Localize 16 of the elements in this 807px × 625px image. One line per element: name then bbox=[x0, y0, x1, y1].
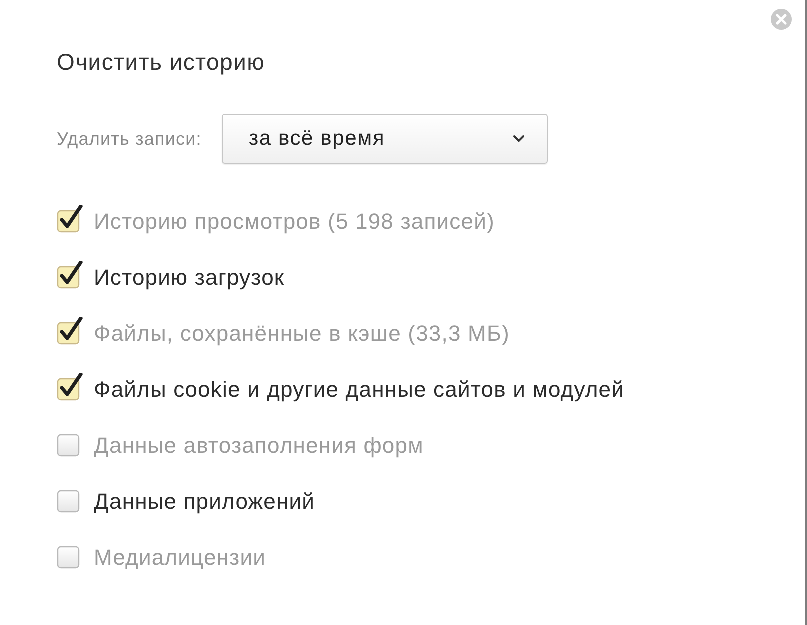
checkbox[interactable] bbox=[57, 261, 83, 289]
option-label: Файлы, сохранённые в кэше (33,3 МБ) bbox=[94, 320, 510, 346]
chevron-down-icon bbox=[513, 135, 525, 143]
close-icon bbox=[771, 9, 792, 30]
dialog-title: Очистить историю bbox=[57, 48, 266, 77]
option-label: Данные приложений bbox=[94, 488, 315, 514]
option-label: Данные автозаполнения форм bbox=[94, 432, 424, 458]
checkbox[interactable] bbox=[57, 205, 83, 233]
checkbox[interactable] bbox=[57, 373, 83, 401]
checkbox[interactable] bbox=[57, 317, 83, 345]
range-label: Удалить записи: bbox=[57, 128, 203, 151]
range-dropdown[interactable]: за всё время bbox=[222, 114, 548, 164]
option-label: Медиалицензии bbox=[94, 544, 266, 570]
option-label: Файлы cookie и другие данные сайтов и модулей bbox=[94, 376, 625, 402]
option-label: Историю загрузок bbox=[94, 264, 285, 290]
option-label: Историю просмотров (5 198 записей) bbox=[94, 208, 495, 234]
